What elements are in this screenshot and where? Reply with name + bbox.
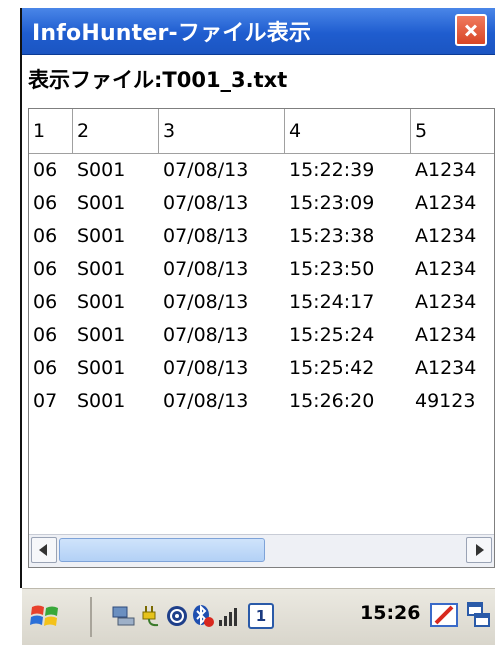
cell-col4: 15:23:50 xyxy=(289,258,375,280)
scroll-left-button[interactable] xyxy=(31,537,57,563)
column-header-2[interactable]: 2 xyxy=(73,109,159,153)
file-label: 表示ファイル:T001_3.txt xyxy=(28,68,288,92)
signal-icon[interactable] xyxy=(216,603,242,629)
table-row[interactable]: 06 S001 07/08/13 15:23:38 A1234 xyxy=(29,220,494,253)
cell-col4: 15:23:38 xyxy=(289,225,375,247)
table-row[interactable]: 06 S001 07/08/13 15:23:09 A1234 xyxy=(29,187,494,220)
cell-col5: A1234 xyxy=(415,357,477,379)
cell-col1: 07 xyxy=(33,390,58,412)
cell-col2: S001 xyxy=(77,225,126,247)
cell-col3: 07/08/13 xyxy=(163,390,249,412)
column-header-5[interactable]: 5 xyxy=(411,109,494,153)
cell-col5: A1234 xyxy=(415,258,477,280)
cell-col3: 07/08/13 xyxy=(163,159,249,181)
horizontal-scrollbar[interactable] xyxy=(29,534,494,567)
cell-col5: A1234 xyxy=(415,291,477,313)
cell-col4: 15:26:20 xyxy=(289,390,375,412)
table-row[interactable]: 06 S001 07/08/13 15:24:17 A1234 xyxy=(29,286,494,319)
cell-col5: A1234 xyxy=(415,324,477,346)
taskbar-divider xyxy=(90,597,92,637)
cell-col2: S001 xyxy=(77,258,126,280)
cell-col5: A1234 xyxy=(415,159,477,181)
cell-col1: 06 xyxy=(33,159,58,181)
cell-col4: 15:22:39 xyxy=(289,159,375,181)
cell-col2: S001 xyxy=(77,291,126,313)
column-header-3[interactable]: 3 xyxy=(159,109,285,153)
windows-start-icon xyxy=(30,605,58,626)
column-header-1[interactable]: 1 xyxy=(29,109,73,153)
edit-pen-icon[interactable] xyxy=(430,601,460,629)
cell-col3: 07/08/13 xyxy=(163,258,249,280)
column-header-4[interactable]: 4 xyxy=(285,109,411,153)
cell-col3: 07/08/13 xyxy=(163,324,249,346)
cell-col4: 15:24:17 xyxy=(289,291,375,313)
list-rows: 06 S001 07/08/13 15:22:39 A1234 06 S001 … xyxy=(29,154,494,418)
list-header: 1 2 3 4 5 xyxy=(29,109,494,154)
cell-col3: 07/08/13 xyxy=(163,357,249,379)
desktop-1-icon[interactable]: 1 xyxy=(248,603,274,629)
cell-col4: 15:23:09 xyxy=(289,192,375,214)
scroll-right-button[interactable] xyxy=(466,537,492,563)
table-row[interactable]: 06 S001 07/08/13 15:23:50 A1234 xyxy=(29,253,494,286)
cell-col1: 06 xyxy=(33,192,58,214)
title-bar: InfoHunter-ファイル表示 xyxy=(22,8,495,55)
cell-col1: 06 xyxy=(33,324,58,346)
window-switch-icon[interactable] xyxy=(466,600,492,630)
close-button[interactable] xyxy=(455,14,487,46)
table-row[interactable]: 07 S001 07/08/13 15:26:20 49123 xyxy=(29,385,494,418)
cell-col1: 06 xyxy=(33,357,58,379)
cell-col4: 15:25:42 xyxy=(289,357,375,379)
network-pc-icon[interactable] xyxy=(110,603,136,629)
cell-col3: 07/08/13 xyxy=(163,225,249,247)
arrow-left-icon xyxy=(39,544,47,556)
cell-col5: A1234 xyxy=(415,225,477,247)
file-list-view[interactable]: 1 2 3 4 5 06 S001 07/08/13 15:22:39 A123… xyxy=(28,108,495,568)
cell-col3: 07/08/13 xyxy=(163,291,249,313)
taskbar: 1 15:26 xyxy=(22,588,495,645)
wifi-icon[interactable] xyxy=(164,603,190,629)
app-window: InfoHunter-ファイル表示 表示ファイル:T001_3.txt 1 2 … xyxy=(22,8,495,584)
bluetooth-off-icon[interactable] xyxy=(190,603,216,629)
cell-col4: 15:25:24 xyxy=(289,324,375,346)
cell-col1: 06 xyxy=(33,258,58,280)
cell-col2: S001 xyxy=(77,357,126,379)
cell-col3: 07/08/13 xyxy=(163,192,249,214)
start-button[interactable] xyxy=(28,599,62,633)
clock[interactable]: 15:26 xyxy=(360,602,420,624)
table-row[interactable]: 06 S001 07/08/13 15:25:42 A1234 xyxy=(29,352,494,385)
cell-col5: 49123 xyxy=(415,390,476,412)
cell-col2: S001 xyxy=(77,192,126,214)
cell-col2: S001 xyxy=(77,159,126,181)
arrow-right-icon xyxy=(476,544,484,556)
table-row[interactable]: 06 S001 07/08/13 15:25:24 A1234 xyxy=(29,319,494,352)
cell-col1: 06 xyxy=(33,291,58,313)
cell-col2: S001 xyxy=(77,390,126,412)
power-plug-icon[interactable] xyxy=(138,603,164,629)
table-row[interactable]: 06 S001 07/08/13 15:22:39 A1234 xyxy=(29,154,494,187)
window-title: InfoHunter-ファイル表示 xyxy=(32,21,312,46)
cell-col5: A1234 xyxy=(415,192,477,214)
scrollbar-thumb[interactable] xyxy=(59,538,265,562)
cell-col2: S001 xyxy=(77,324,126,346)
cell-col1: 06 xyxy=(33,225,58,247)
